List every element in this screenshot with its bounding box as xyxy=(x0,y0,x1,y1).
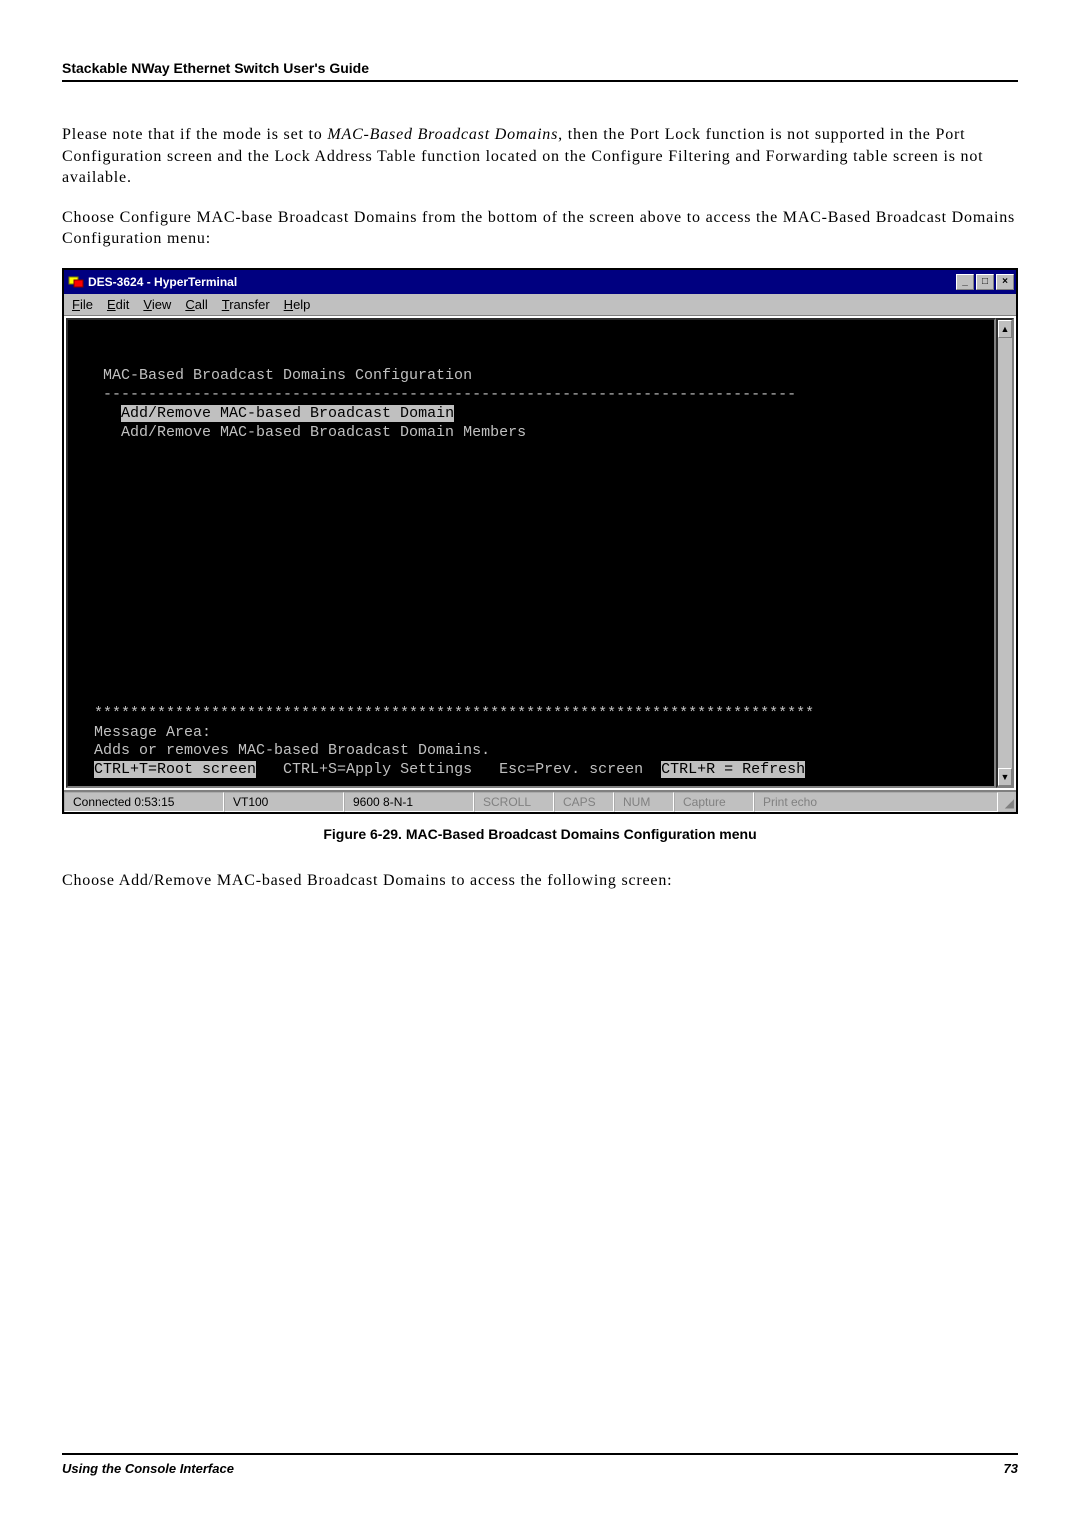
menu-call[interactable]: Call xyxy=(185,297,207,312)
menu-edit[interactable]: Edit xyxy=(107,297,129,312)
scroll-up-button[interactable]: ▲ xyxy=(998,320,1012,338)
statusbar: Connected 0:53:15 VT100 9600 8-N-1 SCROL… xyxy=(64,791,1016,812)
hyperterminal-window: DES-3624 - HyperTerminal _ □ × File Edit… xyxy=(62,268,1018,814)
footer-page-number: 73 xyxy=(1004,1461,1018,1476)
menubar: File Edit View Call Transfer Help xyxy=(64,294,1016,315)
term-stars: ****************************************… xyxy=(76,705,814,722)
term-heading: MAC-Based Broadcast Domains Configuratio… xyxy=(76,367,472,384)
status-emulation: VT100 xyxy=(224,792,344,812)
status-printecho: Print echo xyxy=(754,792,998,812)
term-msg: Adds or removes MAC-based Broadcast Doma… xyxy=(76,742,490,759)
status-baud: 9600 8-N-1 xyxy=(344,792,474,812)
paragraph-1: Please note that if the mode is set to M… xyxy=(62,124,1018,189)
page-header-title: Stackable NWay Ethernet Switch User's Gu… xyxy=(62,60,1018,76)
minimize-button[interactable]: _ xyxy=(956,274,974,290)
footer-rule xyxy=(62,1453,1018,1455)
term-dashline: ----------------------------------------… xyxy=(76,386,796,403)
status-capture: Capture xyxy=(674,792,754,812)
term-help-indent xyxy=(76,761,94,778)
status-num: NUM xyxy=(614,792,674,812)
titlebar-title: DES-3624 - HyperTerminal xyxy=(88,275,237,289)
scroll-down-button[interactable]: ▼ xyxy=(998,768,1012,786)
p1-part-a: Please note that if the mode is set to xyxy=(62,126,327,143)
paragraph-2: Choose Configure MAC-base Broadcast Doma… xyxy=(62,207,1018,250)
term-selected-item[interactable]: Add/Remove MAC-based Broadcast Domain xyxy=(121,405,454,422)
page-footer: Using the Console Interface 73 xyxy=(62,1453,1018,1476)
maximize-button[interactable]: □ xyxy=(976,274,994,290)
menu-view[interactable]: View xyxy=(143,297,171,312)
term-msgarea-label: Message Area: xyxy=(76,724,211,741)
vertical-scrollbar[interactable]: ▲ ▼ xyxy=(996,318,1014,788)
status-caps: CAPS xyxy=(554,792,614,812)
footer-section: Using the Console Interface xyxy=(62,1461,234,1476)
term-help-mid: CTRL+S=Apply Settings Esc=Prev. screen xyxy=(256,761,661,778)
titlebar[interactable]: DES-3624 - HyperTerminal _ □ × xyxy=(64,270,1016,294)
p1-italic: MAC-Based Broadcast Domains xyxy=(327,126,558,143)
terminal-area[interactable]: MAC-Based Broadcast Domains Configuratio… xyxy=(66,318,996,788)
header-rule xyxy=(62,80,1018,82)
menu-transfer[interactable]: Transfer xyxy=(222,297,270,312)
term-help-root: CTRL+T=Root screen xyxy=(94,761,256,778)
resize-grip-icon[interactable]: ◢ xyxy=(998,792,1016,812)
menu-help[interactable]: Help xyxy=(284,297,311,312)
app-icon xyxy=(68,274,84,290)
term-help-refresh: CTRL+R = Refresh xyxy=(661,761,805,778)
paragraph-3: Choose Add/Remove MAC-based Broadcast Do… xyxy=(62,870,1018,892)
status-connected: Connected 0:53:15 xyxy=(64,792,224,812)
term-blank xyxy=(76,349,85,366)
menu-file[interactable]: File xyxy=(72,297,93,312)
close-button[interactable]: × xyxy=(996,274,1014,290)
term-item-2[interactable]: Add/Remove MAC-based Broadcast Domain Me… xyxy=(76,424,526,441)
status-scroll: SCROLL xyxy=(474,792,554,812)
term-indent xyxy=(76,405,121,422)
figure-caption: Figure 6-29. MAC-Based Broadcast Domains… xyxy=(62,826,1018,842)
